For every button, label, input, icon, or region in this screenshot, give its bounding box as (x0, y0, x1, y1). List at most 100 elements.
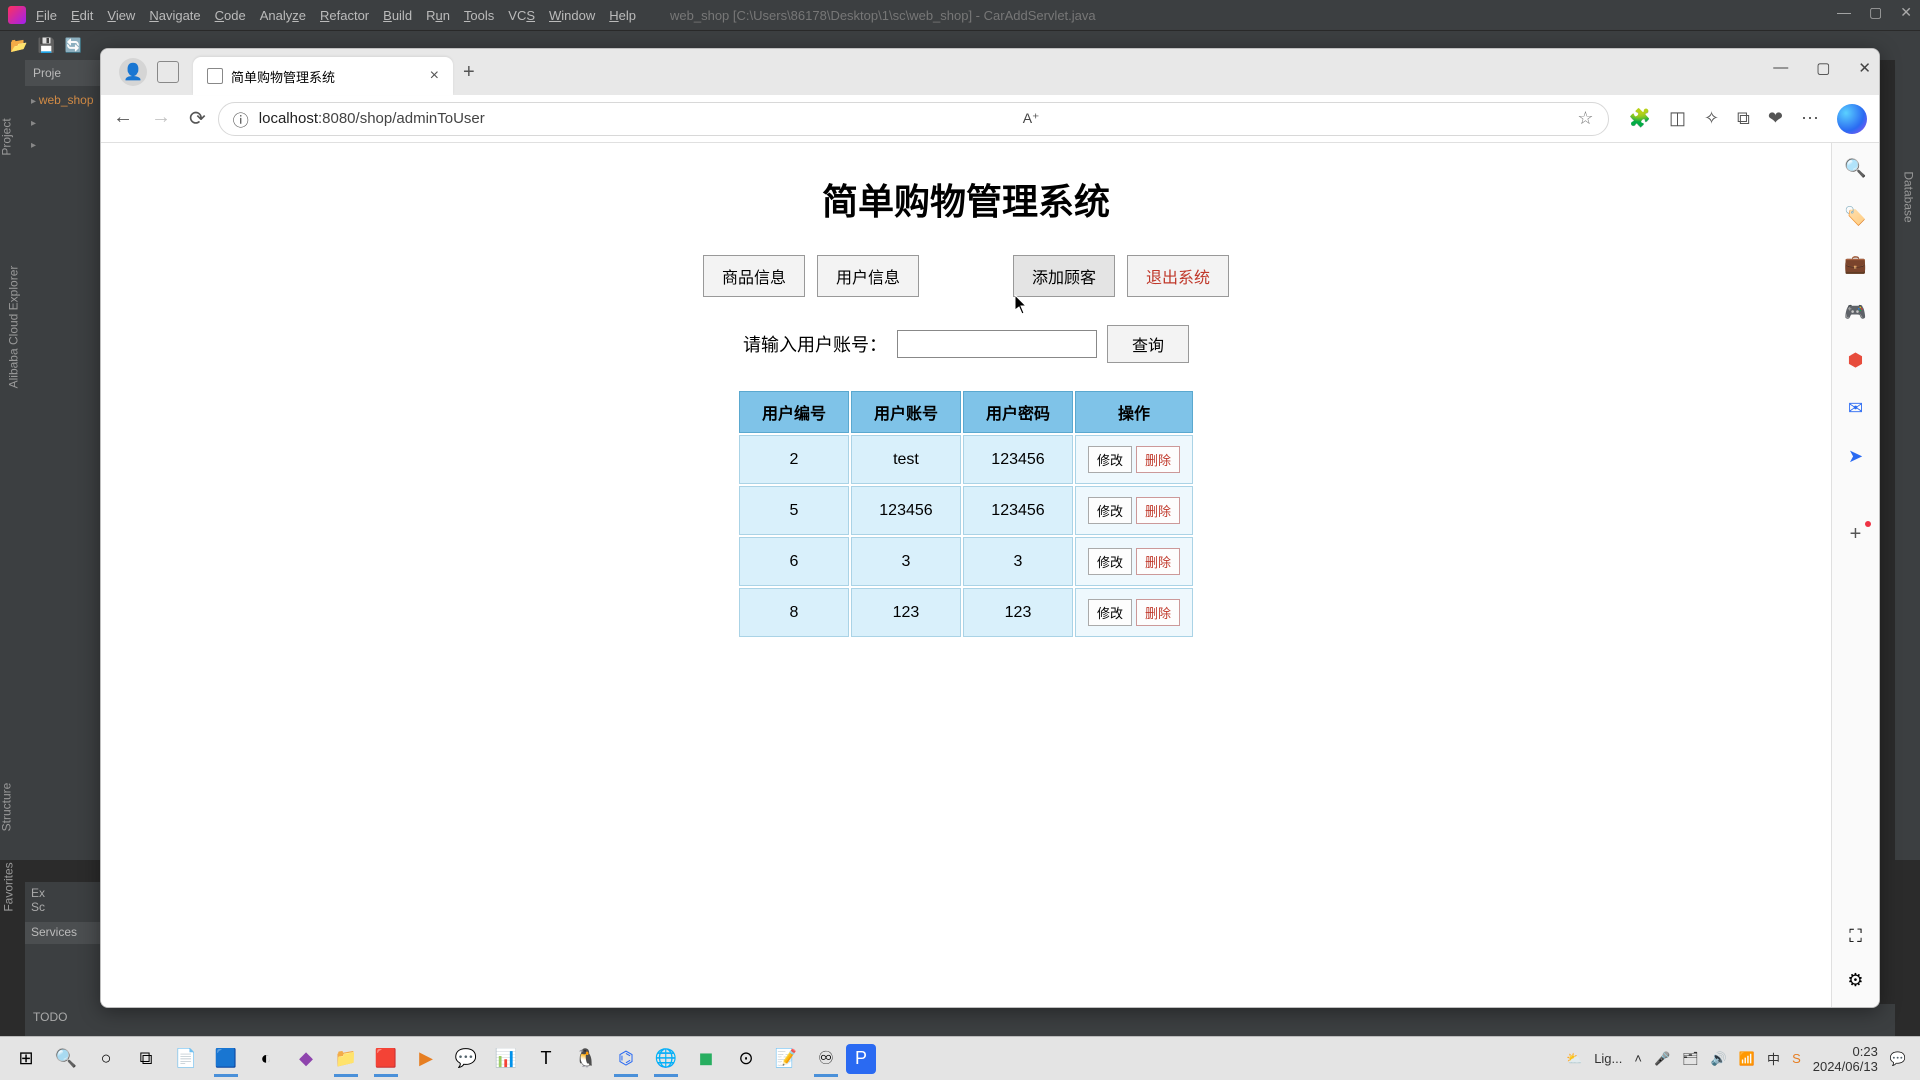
pycharm-icon[interactable]: ◼ (686, 1041, 726, 1077)
project-tree[interactable]: web_shop (25, 86, 100, 160)
app7-icon[interactable]: P (846, 1044, 876, 1074)
task-view-icon[interactable]: ⧉ (126, 1041, 166, 1077)
cortana-icon[interactable]: ○ (86, 1041, 126, 1077)
left-favorites-tab[interactable]: Favorites (2, 862, 16, 911)
wechat-icon[interactable]: 💬 (446, 1041, 486, 1077)
ij-minimize-icon[interactable]: — (1837, 4, 1851, 21)
sidebar-shopping-icon[interactable]: 🏷️ (1845, 205, 1867, 227)
favorite-star-icon[interactable]: ☆ (1577, 108, 1593, 129)
menu-window[interactable]: Window (549, 8, 595, 23)
menu-edit[interactable]: Edit (71, 8, 93, 23)
notepad-icon[interactable]: 📝 (766, 1041, 806, 1077)
edit-button[interactable]: 修改 (1088, 497, 1132, 524)
split-screen-icon[interactable]: ◫ (1669, 108, 1686, 129)
app3-icon[interactable]: ▶ (406, 1041, 446, 1077)
text-icon[interactable]: T (526, 1041, 566, 1077)
user-info-button[interactable]: 用户信息 (817, 255, 919, 297)
app2-icon[interactable]: ◆ (286, 1041, 326, 1077)
app1-icon[interactable]: 🟦 (206, 1041, 246, 1077)
bottom-todo[interactable]: TODO (33, 1010, 67, 1024)
delete-button[interactable]: 删除 (1136, 446, 1180, 473)
tray-wifi-icon[interactable]: 📶 (1739, 1051, 1755, 1067)
weather-icon[interactable]: ⛅ (1566, 1051, 1582, 1067)
edit-button[interactable]: 修改 (1088, 599, 1132, 626)
browser-maximize-icon[interactable]: ▢ (1816, 59, 1830, 77)
menu-tools[interactable]: Tools (464, 8, 494, 23)
eclipse-icon[interactable]: ◐ (246, 1041, 286, 1077)
sync-icon[interactable]: 🔄 (65, 37, 82, 54)
app6-icon[interactable]: ♾ (806, 1041, 846, 1077)
new-tab-button[interactable]: + (463, 61, 475, 84)
tray-volume-icon[interactable]: 🔊 (1711, 1051, 1727, 1067)
delete-button[interactable]: 删除 (1136, 497, 1180, 524)
explorer-icon[interactable]: 📄 (166, 1041, 206, 1077)
edit-button[interactable]: 修改 (1088, 446, 1132, 473)
browser-tab[interactable]: 简单购物管理系统 × (193, 57, 453, 95)
start-button[interactable]: ⊞ (6, 1041, 46, 1077)
ij-maximize-icon[interactable]: ▢ (1869, 4, 1882, 21)
menu-build[interactable]: Build (383, 8, 412, 23)
qq-icon[interactable]: 🐧 (566, 1041, 606, 1077)
tray-battery-icon[interactable]: 🗂 (1682, 1051, 1699, 1067)
left-structure-tab[interactable]: Structure (0, 783, 13, 832)
sidebar-screenshot-icon[interactable]: ⛶ (1845, 925, 1867, 947)
menu-vcs[interactable]: VCS (508, 8, 535, 23)
left-project-tab[interactable]: Project (0, 118, 14, 155)
menu-refactor[interactable]: Refactor (320, 8, 369, 23)
left-cloud-tab[interactable]: Alibaba Cloud Explorer (6, 266, 20, 389)
tray-mic-icon[interactable]: 🎤 (1654, 1051, 1670, 1067)
search-button[interactable]: 查询 (1107, 325, 1189, 363)
app5-icon[interactable]: ⊙ (726, 1041, 766, 1077)
performance-icon[interactable]: ❤ (1768, 108, 1783, 129)
tab-close-icon[interactable]: × (430, 67, 439, 85)
profile-avatar-icon[interactable]: 👤 (119, 58, 147, 86)
struct-item[interactable]: Sc (31, 900, 94, 914)
delete-button[interactable]: 删除 (1136, 548, 1180, 575)
tray-chevron-icon[interactable]: ˄ (1634, 1051, 1642, 1066)
tab-actions-icon[interactable] (157, 61, 179, 83)
services-header[interactable]: Services (25, 922, 100, 944)
vscode-icon[interactable]: ⌬ (606, 1041, 646, 1077)
open-icon[interactable]: 📂 (10, 37, 27, 54)
site-info-icon[interactable]: ⓘ (233, 107, 249, 131)
read-aloud-icon[interactable]: A⁺ (1023, 110, 1040, 127)
taskbar-clock[interactable]: 0:23 2024/06/13 (1813, 1044, 1878, 1074)
nav-forward-icon[interactable]: → (151, 106, 171, 131)
extensions-icon[interactable]: 🧩 (1629, 108, 1651, 129)
copilot-icon[interactable] (1837, 104, 1867, 134)
save-icon[interactable]: 💾 (37, 37, 54, 54)
add-customer-button[interactable]: 添加顾客 (1013, 255, 1115, 297)
sidebar-search-icon[interactable]: 🔍 (1845, 157, 1867, 179)
delete-button[interactable]: 删除 (1136, 599, 1180, 626)
sidebar-send-icon[interactable]: ➤ (1845, 445, 1867, 467)
collections-icon[interactable]: ⧉ (1737, 108, 1750, 129)
menu-code[interactable]: Code (215, 8, 246, 23)
menu-navigate[interactable]: Navigate (149, 8, 200, 23)
address-bar[interactable]: ⓘ localhost:8080/shop/adminToUser A⁺ ☆ (218, 102, 1609, 136)
tree-root[interactable]: web_shop (31, 90, 94, 112)
folder-icon[interactable]: 📁 (326, 1041, 366, 1077)
tray-sogou-icon[interactable]: S (1792, 1051, 1801, 1066)
sidebar-games-icon[interactable]: 🎮 (1845, 301, 1867, 323)
sidebar-tools-icon[interactable]: 💼 (1845, 253, 1867, 275)
search-button[interactable]: 🔍 (46, 1041, 86, 1077)
nav-refresh-icon[interactable]: ⟳ (189, 106, 206, 131)
intellij-icon[interactable]: 🟥 (366, 1041, 406, 1077)
weather-text[interactable]: Lig... (1594, 1051, 1622, 1066)
sidebar-settings-icon[interactable]: ⚙ (1845, 969, 1867, 991)
menu-file[interactable]: File (36, 8, 57, 23)
notifications-icon[interactable]: 💬 (1890, 1051, 1906, 1067)
struct-item[interactable]: Ex (31, 886, 94, 900)
tree-node[interactable] (31, 134, 94, 156)
edit-button[interactable]: 修改 (1088, 548, 1132, 575)
search-input[interactable] (897, 330, 1097, 358)
edge-icon[interactable]: 🌐 (646, 1041, 686, 1077)
browser-minimize-icon[interactable]: — (1773, 59, 1788, 77)
browser-close-icon[interactable]: ✕ (1858, 59, 1871, 77)
tree-node[interactable] (31, 112, 94, 134)
ij-close-icon[interactable]: ✕ (1900, 4, 1912, 21)
menu-run[interactable]: Run (426, 8, 450, 23)
exit-system-button[interactable]: 退出系统 (1127, 255, 1229, 297)
app4-icon[interactable]: 📊 (486, 1041, 526, 1077)
sidebar-add-icon[interactable]: + (1845, 523, 1867, 545)
